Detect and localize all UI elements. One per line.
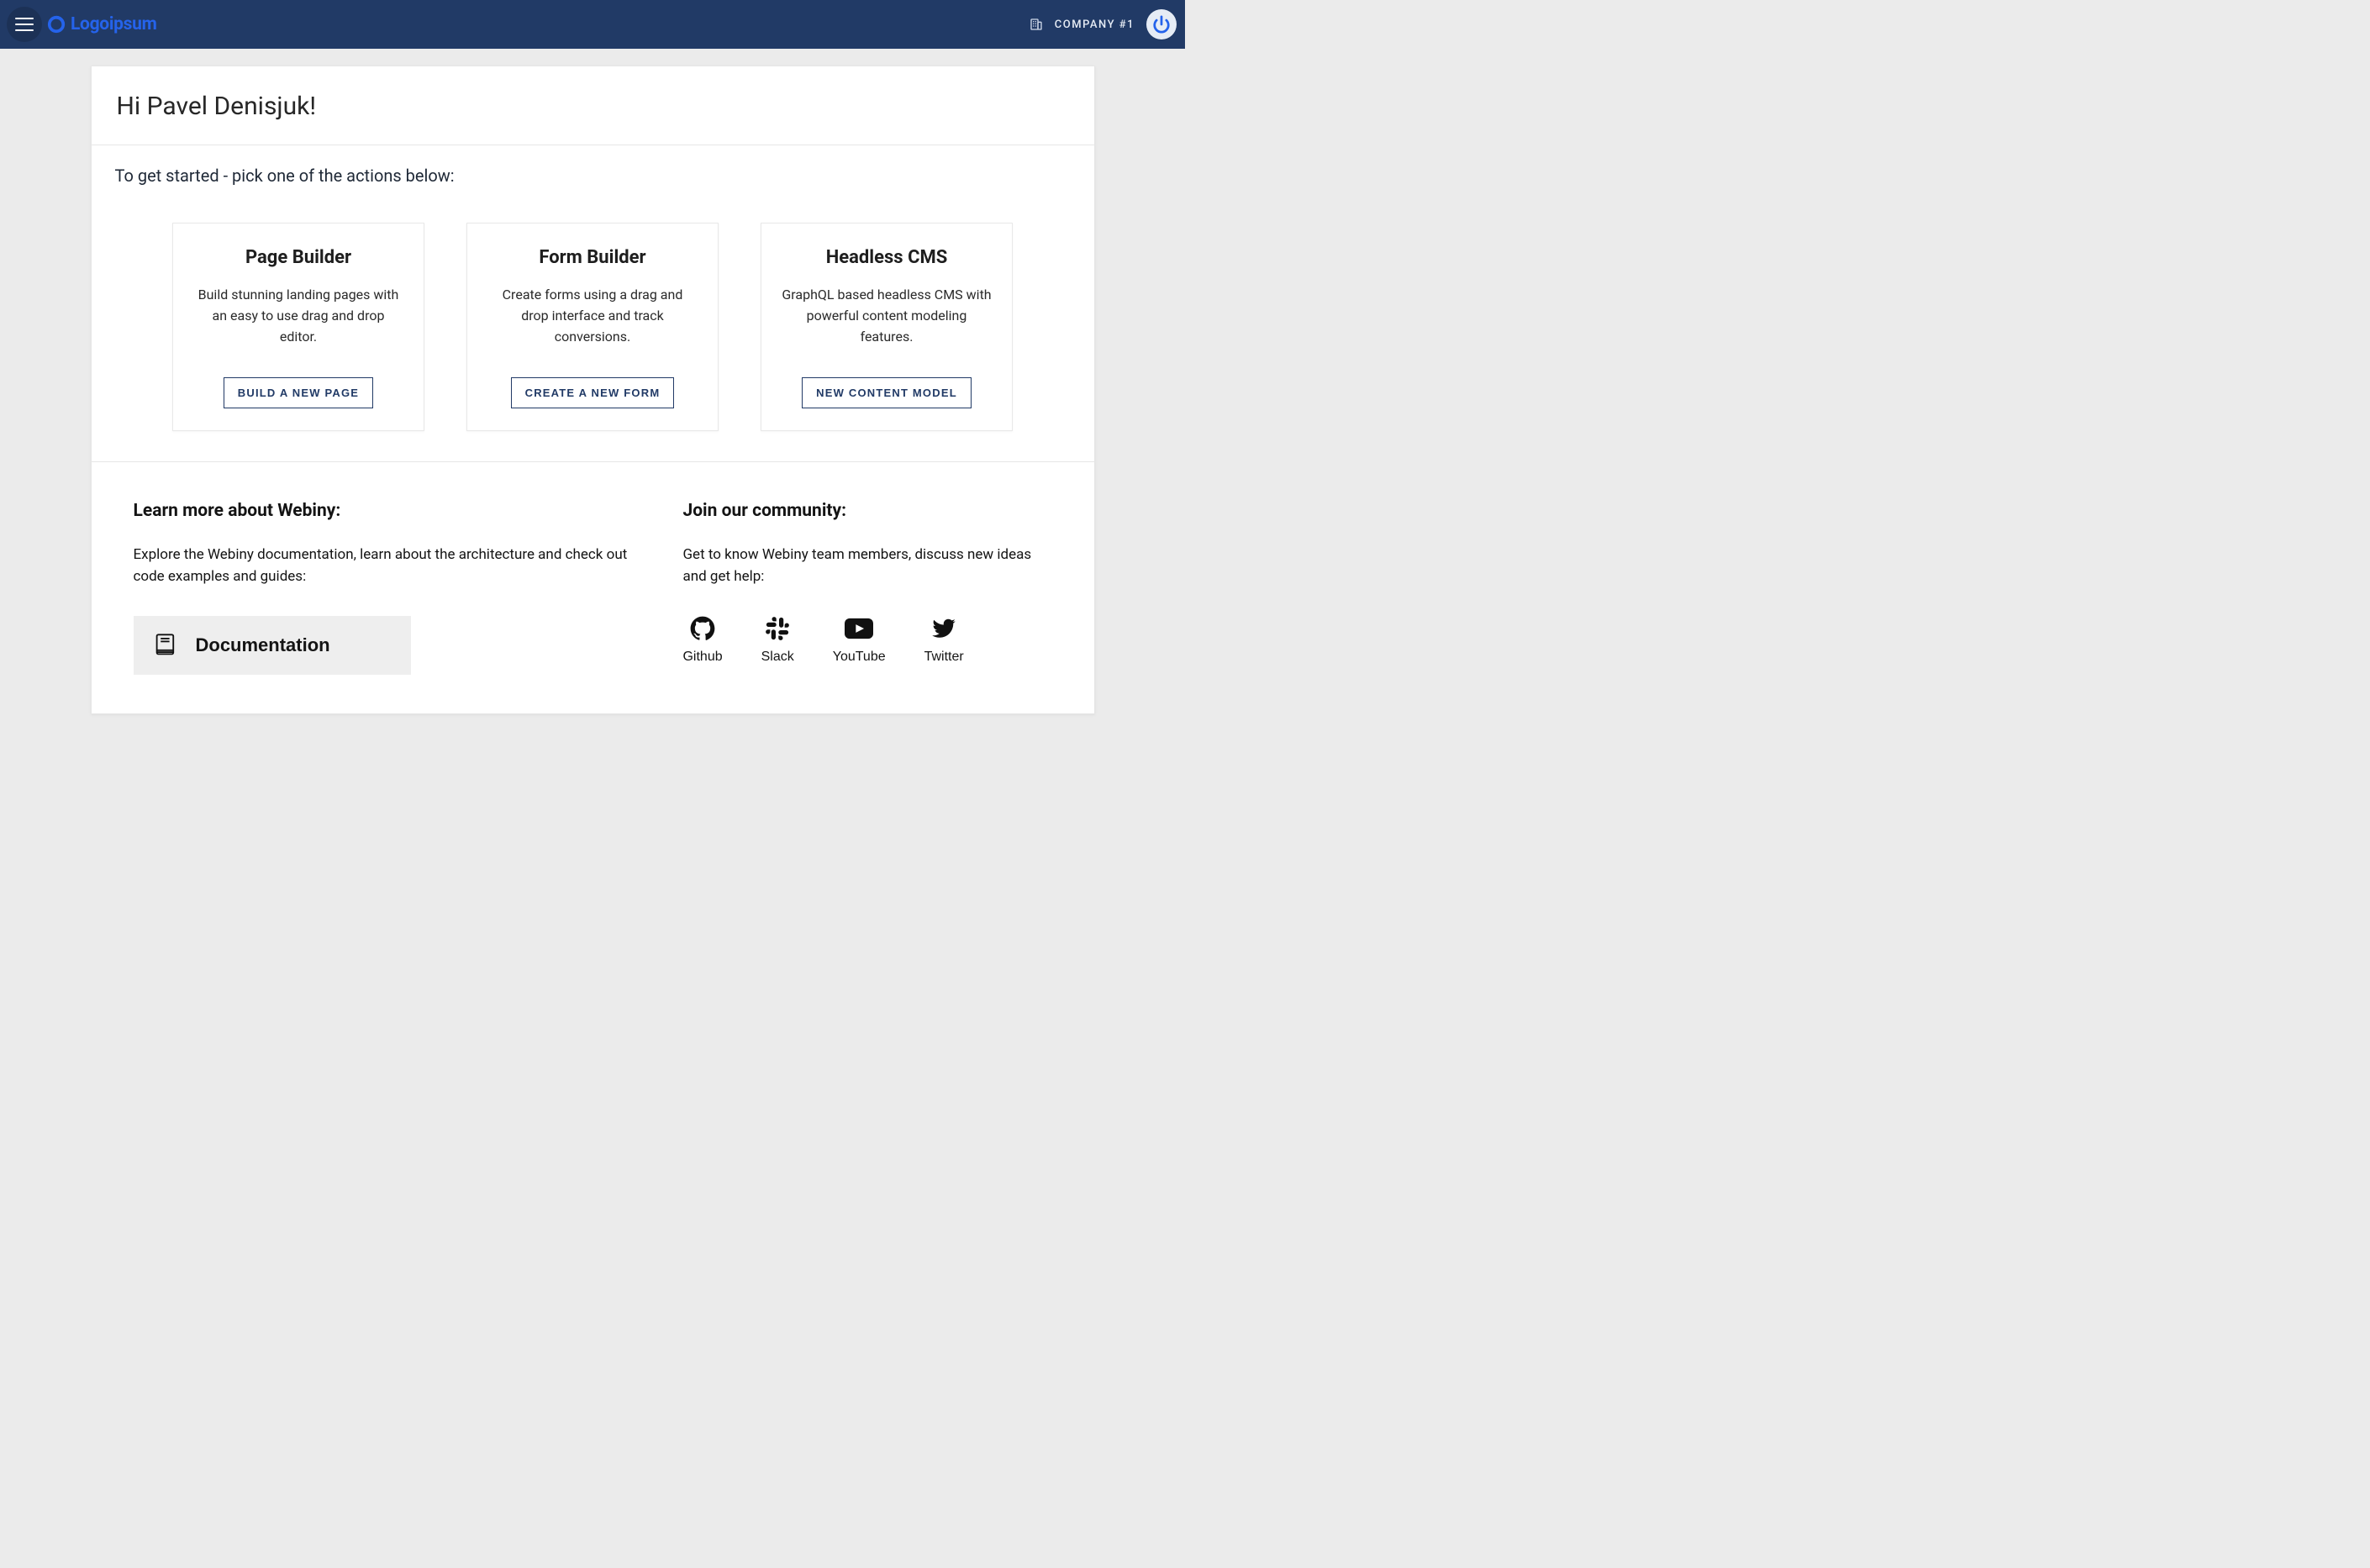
header-right: COMPANY #1 xyxy=(1030,9,1177,39)
form-builder-title: Form Builder xyxy=(539,247,645,268)
building-icon xyxy=(1030,18,1043,31)
youtube-label: YouTube xyxy=(833,650,886,665)
new-content-model-button[interactable]: NEW CONTENT MODEL xyxy=(802,377,972,408)
create-new-form-button[interactable]: CREATE A NEW FORM xyxy=(511,377,675,408)
page-builder-card: Page Builder Build stunning landing page… xyxy=(172,223,424,431)
power-icon xyxy=(1152,15,1171,34)
slack-icon xyxy=(765,616,790,641)
form-builder-card: Form Builder Create forms using a drag a… xyxy=(466,223,719,431)
getting-started-lead: To get started - pick one of the actions… xyxy=(115,166,1071,186)
community-column: Join our community: Get to know Webiny t… xyxy=(682,501,1051,675)
social-links-row: Github Slack YouTube xyxy=(682,616,1051,665)
app-header: Logoipsum COMPANY #1 xyxy=(0,0,1185,49)
github-link[interactable]: Github xyxy=(682,616,722,665)
resources-section: Learn more about Webiny: Explore the Web… xyxy=(92,462,1094,713)
hamburger-icon xyxy=(15,18,34,31)
youtube-icon xyxy=(845,616,873,641)
logo-text: Logoipsum xyxy=(71,14,156,34)
slack-link[interactable]: Slack xyxy=(761,616,794,665)
build-new-page-button[interactable]: BUILD A NEW PAGE xyxy=(224,377,373,408)
headless-cms-card: Headless CMS GraphQL based headless CMS … xyxy=(761,223,1013,431)
documentation-link[interactable]: Documentation xyxy=(134,616,411,675)
learn-column: Learn more about Webiny: Explore the Web… xyxy=(134,501,633,675)
community-heading: Join our community: xyxy=(682,501,1051,521)
community-paragraph: Get to know Webiny team members, discuss… xyxy=(682,545,1051,587)
learn-paragraph: Explore the Webiny documentation, learn … xyxy=(134,545,633,587)
company-selector[interactable]: COMPANY #1 xyxy=(1055,18,1135,31)
github-label: Github xyxy=(682,650,722,665)
header-left: Logoipsum xyxy=(7,7,156,42)
dashboard-card: Hi Pavel Denisjuk! To get started - pick… xyxy=(91,66,1095,714)
logo-icon xyxy=(47,15,66,34)
page-builder-title: Page Builder xyxy=(245,247,351,268)
page-builder-desc: Build stunning landing pages with an eas… xyxy=(193,285,403,347)
learn-heading: Learn more about Webiny: xyxy=(134,501,633,521)
github-icon xyxy=(690,616,715,641)
app-logo[interactable]: Logoipsum xyxy=(47,14,156,34)
welcome-heading: Hi Pavel Denisjuk! xyxy=(117,92,1069,121)
headless-cms-desc: GraphQL based headless CMS with powerful… xyxy=(782,285,992,347)
action-cards-row: Page Builder Build stunning landing page… xyxy=(115,223,1071,431)
headless-cms-title: Headless CMS xyxy=(826,247,948,268)
menu-toggle-button[interactable] xyxy=(7,7,42,42)
welcome-section: Hi Pavel Denisjuk! xyxy=(92,66,1094,145)
form-builder-desc: Create forms using a drag and drop inter… xyxy=(487,285,698,347)
user-menu-button[interactable] xyxy=(1146,9,1177,39)
book-icon xyxy=(154,633,177,658)
twitter-label: Twitter xyxy=(924,650,964,665)
twitter-link[interactable]: Twitter xyxy=(924,616,964,665)
slack-label: Slack xyxy=(761,650,794,665)
documentation-label: Documentation xyxy=(196,634,330,656)
youtube-link[interactable]: YouTube xyxy=(833,616,886,665)
twitter-icon xyxy=(930,616,957,641)
getting-started-section: To get started - pick one of the actions… xyxy=(92,145,1094,462)
